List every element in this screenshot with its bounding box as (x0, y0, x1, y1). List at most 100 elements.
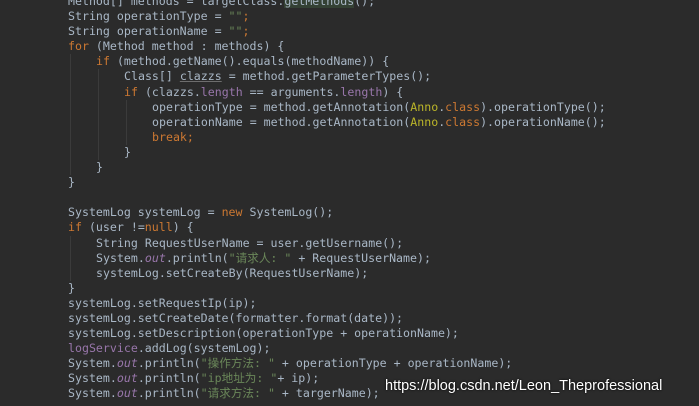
code-line-content: systemLog.setCreateBy(RequestUserName); (96, 266, 368, 281)
code-token: System. (68, 371, 117, 386)
code-token: logService (68, 341, 138, 356)
code-token: .println( (165, 250, 229, 265)
code-line[interactable]: break; (0, 129, 699, 145)
code-token: if (124, 84, 145, 99)
code-line-content: logService.addLog(systemLog); (68, 341, 270, 356)
indent-guide (70, 250, 71, 266)
code-line[interactable] (0, 190, 699, 205)
code-line[interactable]: systemLog.setRequestIp(ip); (0, 296, 699, 311)
code-token: out (116, 356, 138, 371)
code-line-content: systemLog.setRequestIp(ip); (68, 296, 256, 311)
code-line[interactable]: String operationName = ""; (0, 24, 699, 39)
indent-guide (70, 235, 71, 251)
code-line[interactable]: operationType = method.getAnnotation(Ann… (0, 99, 699, 115)
indent-guide (98, 84, 99, 100)
code-token: if (96, 54, 117, 69)
code-token: clazzs (179, 69, 222, 84)
code-token: class (445, 114, 481, 129)
code-line[interactable]: } (0, 281, 699, 296)
code-token: ; (242, 24, 250, 39)
code-line[interactable]: if (user !=null) { (0, 220, 699, 235)
code-token: String RequestUserName = user.getUsernam… (96, 235, 404, 250)
code-token: null (144, 220, 173, 235)
code-token: "ip地址为: " (200, 371, 278, 386)
code-line[interactable]: System.out.println("操作方法: " + operationT… (0, 356, 699, 371)
indent-guide (70, 129, 71, 145)
code-line[interactable]: } (0, 160, 699, 176)
code-line-content: if (method.getName().equals(methodName))… (96, 54, 389, 69)
code-token: Anno (410, 114, 439, 129)
code-token: (); (354, 0, 376, 8)
code-area[interactable]: Method[] methods = targetClass.getMethod… (0, 0, 699, 402)
code-line[interactable]: systemLog.setCreateBy(RequestUserName); (0, 265, 699, 281)
code-line[interactable]: } (0, 144, 699, 161)
code-token: length (340, 84, 383, 99)
code-token: ).operationType(); (480, 99, 606, 114)
indent-guide (70, 69, 71, 85)
code-token: ) { (172, 220, 194, 235)
code-token: "" (228, 9, 243, 24)
indent-guide (126, 129, 127, 145)
code-line-content: System.out.println("操作方法: " + operationT… (68, 356, 512, 371)
code-token: "操作方法: " (200, 356, 275, 371)
code-line-content: } (96, 160, 103, 175)
code-token: class (445, 99, 481, 114)
code-line[interactable]: systemLog.setDescription(operationType +… (0, 326, 699, 341)
code-line[interactable]: String RequestUserName = user.getUsernam… (0, 235, 699, 251)
code-line-content: Class[] clazzs = method.getParameterType… (124, 69, 431, 84)
code-token: .println( (137, 356, 201, 371)
code-token: .println( (137, 386, 201, 401)
code-token: ; (242, 9, 250, 24)
code-line-content: System.out.println("请求方法: " + targerName… (68, 386, 380, 401)
code-editor[interactable]: Method[] methods = targetClass.getMethod… (0, 0, 699, 406)
code-line-content: if (clazzs.length == arguments.length) { (124, 85, 403, 100)
code-line-content: if (user !=null) { (68, 220, 194, 235)
code-token: } (96, 160, 103, 175)
code-token: out (144, 250, 166, 265)
code-token: } (68, 175, 75, 190)
code-line-content: Method[] methods = targetClass.getMethod… (68, 0, 375, 9)
code-token: } (68, 280, 75, 295)
code-token: systemLog.setCreateBy(RequestUserName); (96, 265, 369, 280)
code-token: getMethods (284, 0, 355, 8)
code-line[interactable]: if (method.getName().equals(methodName))… (0, 54, 699, 70)
indent-guide (70, 99, 71, 115)
code-token: "请求方法: " (200, 386, 275, 401)
code-line[interactable]: String operationType = ""; (0, 9, 699, 24)
code-token: out (116, 386, 138, 401)
code-token: out (116, 371, 138, 386)
code-line[interactable]: operationName = method.getAnnotation(Ann… (0, 114, 699, 130)
code-line[interactable]: Class[] clazzs = method.getParameterType… (0, 69, 699, 85)
code-line[interactable]: SystemLog systemLog = new SystemLog(); (0, 205, 699, 220)
code-token: systemLog.setRequestIp(ip); (68, 295, 257, 310)
code-line-content: systemLog.setCreateDate(formatter.format… (68, 311, 403, 326)
code-line[interactable]: } (0, 175, 699, 190)
indent-guide (70, 144, 71, 161)
code-token: length (200, 84, 243, 99)
code-token: (clazzs. (144, 84, 201, 99)
code-token: System. (96, 250, 145, 265)
code-token: } (124, 144, 131, 159)
code-token: Anno (410, 99, 439, 114)
code-line[interactable]: Method[] methods = targetClass.getMethod… (0, 0, 699, 9)
code-line-content: break; (152, 130, 194, 145)
code-line[interactable]: if (clazzs.length == arguments.length) { (0, 84, 699, 100)
code-token: (user != (88, 220, 145, 235)
code-token: ) { (382, 84, 404, 99)
code-token: String operationType = (68, 9, 229, 24)
code-token: + ip); (277, 371, 320, 386)
code-token: (method.getName().equals(methodName)) { (116, 54, 390, 69)
code-line[interactable]: System.out.println("请求人: " + RequestUser… (0, 250, 699, 266)
code-line-content: operationType = method.getAnnotation(Ann… (152, 100, 606, 115)
code-line-content: } (68, 281, 75, 296)
code-token: new (221, 205, 250, 220)
code-line[interactable]: for (Method method : methods) { (0, 39, 699, 54)
indent-guide (70, 160, 71, 176)
code-line[interactable]: systemLog.setCreateDate(formatter.format… (0, 311, 699, 326)
code-token: for (68, 39, 96, 54)
code-line[interactable]: logService.addLog(systemLog); (0, 341, 699, 356)
code-line-content: } (68, 175, 75, 190)
indent-guide (70, 84, 71, 100)
code-token: operationType = method.getAnnotation( (152, 99, 411, 114)
code-token: String operationName = (68, 24, 229, 39)
